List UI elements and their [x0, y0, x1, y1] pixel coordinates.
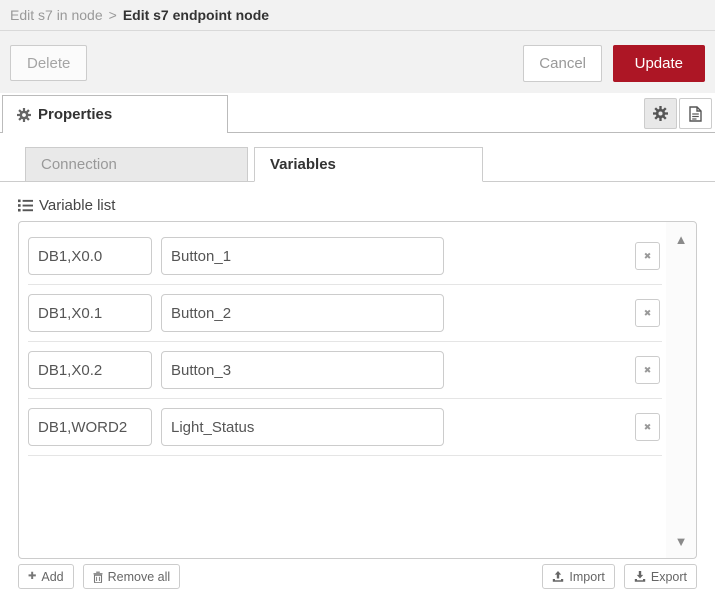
variable-rows: ✖ ✖ ✖ ✖	[28, 228, 662, 456]
list-footer: ✚ Add Remove all Import Export	[18, 564, 697, 589]
remove-icon: ✖	[643, 307, 652, 318]
variable-address-input[interactable]	[28, 294, 152, 332]
trash-icon	[93, 571, 103, 583]
variable-name-input[interactable]	[161, 294, 444, 332]
breadcrumb-separator: >	[108, 7, 117, 23]
remove-row-button[interactable]: ✖	[635, 413, 660, 441]
variable-row: ✖	[28, 399, 662, 456]
gear-icon	[17, 107, 31, 122]
form-tabs: Connection Variables	[0, 147, 715, 182]
node-settings-button[interactable]	[644, 98, 677, 129]
tab-properties[interactable]: Properties	[2, 95, 228, 133]
tab-variables[interactable]: Variables	[254, 147, 483, 182]
import-button[interactable]: Import	[542, 564, 615, 589]
node-help-button[interactable]	[679, 98, 712, 129]
tab-connection[interactable]: Connection	[25, 147, 248, 182]
variable-list-label-text: Variable list	[39, 197, 116, 214]
breadcrumb: Edit s7 in node > Edit s7 endpoint node	[0, 0, 715, 31]
document-icon	[689, 105, 702, 122]
variable-list-container: ✖ ✖ ✖ ✖ ▲ ▼	[18, 221, 697, 559]
variable-address-input[interactable]	[28, 351, 152, 389]
plus-icon: ✚	[28, 571, 37, 582]
remove-icon: ✖	[643, 421, 652, 432]
breadcrumb-current: Edit s7 endpoint node	[122, 7, 270, 23]
download-icon	[634, 570, 646, 583]
update-button[interactable]: Update	[612, 45, 705, 82]
variable-address-input[interactable]	[28, 408, 152, 446]
remove-row-button[interactable]: ✖	[635, 242, 660, 270]
variable-row: ✖	[28, 228, 662, 285]
import-export-group: Import Export	[542, 564, 697, 589]
variable-name-input[interactable]	[161, 408, 444, 446]
remove-all-button-label: Remove all	[107, 569, 171, 584]
export-button-label: Export	[650, 569, 687, 584]
remove-all-button[interactable]: Remove all	[82, 564, 181, 589]
dialog-toolbar: Delete Cancel Update	[0, 31, 715, 93]
add-button-label: Add	[41, 569, 64, 584]
remove-row-button[interactable]: ✖	[635, 299, 660, 327]
import-button-label: Import	[569, 569, 605, 584]
gear-icon	[653, 106, 668, 121]
upload-icon	[552, 570, 564, 583]
remove-row-button[interactable]: ✖	[635, 356, 660, 384]
scroll-up-icon[interactable]: ▲	[666, 233, 696, 247]
variable-address-input[interactable]	[28, 237, 152, 275]
variable-name-input[interactable]	[161, 351, 444, 389]
variable-row: ✖	[28, 285, 662, 342]
variable-list-label: Variable list	[18, 197, 715, 214]
scroll-down-icon[interactable]: ▼	[666, 535, 696, 549]
list-icon	[18, 199, 33, 212]
variable-row: ✖	[28, 342, 662, 399]
remove-icon: ✖	[643, 250, 652, 261]
tab-properties-label: Properties	[38, 106, 113, 123]
list-scrollbar[interactable]: ▲ ▼	[666, 222, 696, 558]
properties-tab-bar: Properties	[0, 93, 715, 133]
variable-name-input[interactable]	[161, 237, 444, 275]
remove-icon: ✖	[643, 364, 652, 375]
add-button[interactable]: ✚ Add	[18, 564, 74, 589]
delete-button[interactable]: Delete	[10, 45, 88, 81]
breadcrumb-parent[interactable]: Edit s7 in node	[10, 7, 103, 23]
cancel-button[interactable]: Cancel	[523, 45, 602, 82]
export-button[interactable]: Export	[623, 564, 697, 589]
